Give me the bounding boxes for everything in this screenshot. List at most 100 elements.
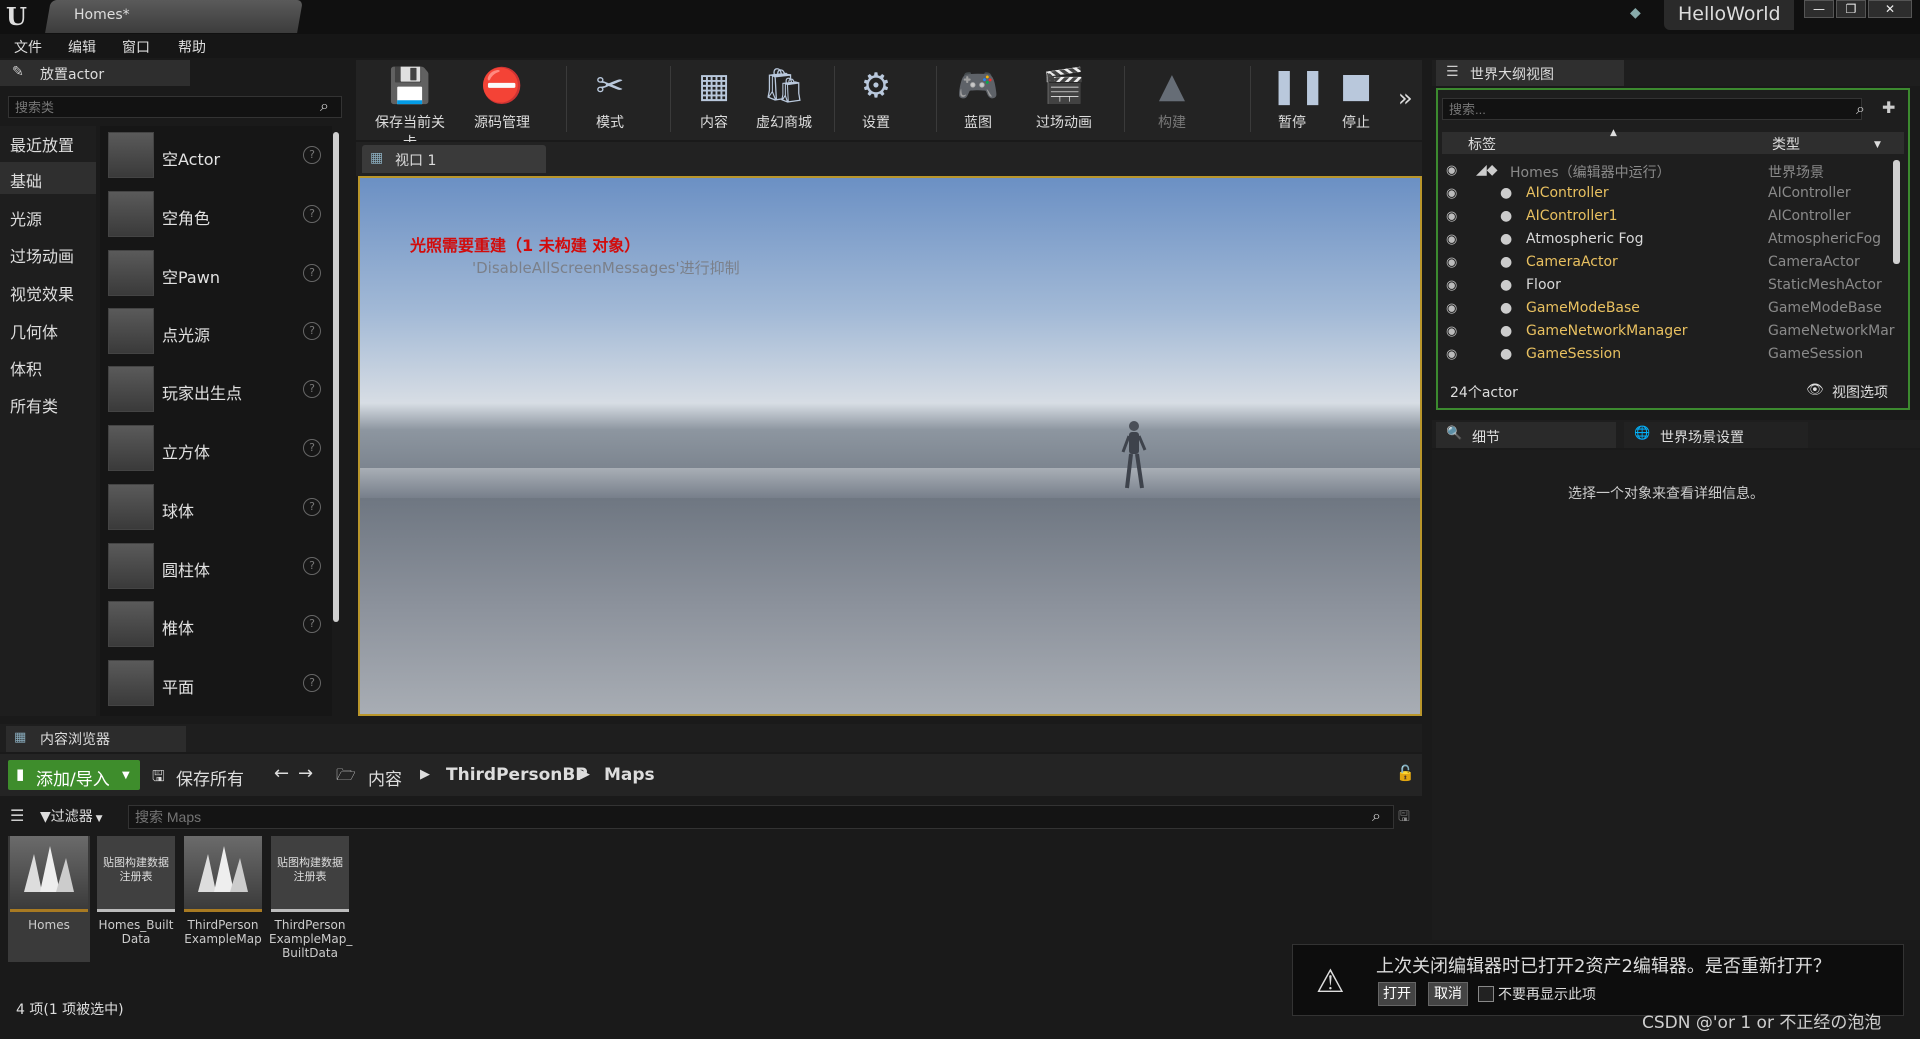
breadcrumb-thirdpersonbp[interactable]: ThirdPersonBP — [446, 765, 588, 785]
visibility-eye-icon[interactable]: ◉ — [1446, 278, 1457, 293]
place-actor-search-input[interactable] — [8, 96, 342, 118]
asset-tile[interactable]: 贴图构建数据注册表 Homes_Built Data — [95, 836, 177, 962]
category-visual-effects[interactable]: 视觉效果 — [10, 281, 74, 305]
actor-item-empty-pawn[interactable]: 空Pawn — [162, 264, 220, 288]
menu-help[interactable]: 帮助 — [178, 37, 206, 57]
actor-item-cube[interactable]: 立方体 — [162, 439, 210, 463]
actor-item-sphere[interactable]: 球体 — [162, 498, 194, 522]
modes-button[interactable]: ✂ 模式 — [570, 62, 650, 138]
cancel-button[interactable]: 取消 — [1428, 982, 1468, 1006]
place-actor-icon: ✎ — [12, 64, 24, 80]
outliner-scrollbar[interactable] — [1893, 160, 1900, 264]
viewport-tab[interactable] — [362, 145, 546, 173]
help-icon[interactable]: ? — [303, 498, 321, 516]
category-all-classes[interactable]: 所有类 — [10, 393, 58, 417]
visibility-eye-icon[interactable]: ◉ — [1446, 209, 1457, 224]
visibility-eye-icon[interactable]: ◉ — [1446, 301, 1457, 316]
category-recent[interactable]: 最近放置 — [10, 132, 74, 156]
category-geometry[interactable]: 几何体 — [10, 319, 58, 343]
back-arrow-icon[interactable]: ← — [274, 763, 289, 784]
outliner-row-type: AtmosphericFog — [1768, 231, 1882, 247]
marketplace-button[interactable]: 🛍 虚幻商城 — [744, 62, 824, 138]
dont-show-checkbox[interactable] — [1478, 986, 1494, 1002]
actor-item-player-start[interactable]: 玩家出生点 — [162, 380, 242, 404]
filter-button[interactable]: ▼过滤器 ▼ — [40, 806, 103, 826]
visibility-eye-icon[interactable]: ◉ — [1446, 347, 1457, 362]
unreal-logo-icon[interactable]: U — [6, 2, 36, 31]
category-lights[interactable]: 光源 — [10, 206, 42, 230]
restore-button[interactable]: ❐ — [1836, 0, 1866, 18]
minimize-button[interactable]: — — [1804, 0, 1834, 18]
menu-window[interactable]: 窗口 — [122, 37, 150, 57]
toolbar-more-icon[interactable]: » — [1398, 84, 1413, 112]
actor-item-point-light[interactable]: 点光源 — [162, 322, 210, 346]
menu-file[interactable]: 文件 — [14, 37, 42, 57]
breadcrumb-content[interactable]: 内容 — [368, 765, 402, 790]
actor-item-empty-actor[interactable]: 空Actor — [162, 146, 220, 170]
add-folder-icon[interactable]: ✚ — [1882, 98, 1895, 117]
thumbnail-caption: 贴图构建数据注册表 — [103, 856, 169, 883]
visibility-eye-icon[interactable]: ◉ — [1446, 163, 1457, 178]
asset-tile[interactable]: Homes — [8, 836, 90, 962]
help-icon[interactable]: ? — [303, 674, 321, 692]
help-icon[interactable]: ? — [303, 557, 321, 575]
category-cinematic[interactable]: 过场动画 — [10, 243, 74, 267]
actor-item-cone[interactable]: 椎体 — [162, 615, 194, 639]
help-icon[interactable]: ? — [303, 264, 321, 282]
asset-name: Homes_Built Data — [98, 918, 174, 946]
visibility-eye-icon[interactable]: ◉ — [1446, 186, 1457, 201]
map-thumbnail-icon — [10, 836, 88, 912]
toolbar-divider — [566, 66, 567, 132]
search-icon[interactable]: ⌕ — [1856, 99, 1865, 119]
help-icon[interactable]: ? — [303, 322, 321, 340]
tab-details[interactable] — [1436, 422, 1616, 448]
source-control-button[interactable]: ⛔ 源码管理 — [462, 62, 542, 138]
outliner-search-input[interactable] — [1442, 98, 1862, 120]
actor-item-cylinder[interactable]: 圆柱体 — [162, 557, 210, 581]
search-icon[interactable]: ⌕ — [1372, 806, 1381, 826]
notification-message: 上次关闭编辑器时已打开2资产2编辑器。是否重新打开？ — [1376, 956, 1831, 977]
actor-item-empty-character[interactable]: 空角色 — [162, 205, 210, 229]
actor-type-icon: ● — [1500, 208, 1513, 224]
visibility-eye-icon[interactable]: ◉ — [1446, 255, 1457, 270]
blueprint-button[interactable]: 🎮 蓝图 — [938, 62, 1018, 138]
visibility-eye-icon[interactable]: ◉ — [1446, 324, 1457, 339]
visibility-eye-icon[interactable]: ◉ — [1446, 232, 1457, 247]
cylinder-thumb-icon — [108, 543, 154, 589]
settings-button[interactable]: ⚙ 设置 — [836, 62, 916, 138]
breadcrumb-maps[interactable]: Maps — [604, 765, 655, 785]
help-icon[interactable]: ? — [303, 615, 321, 633]
asset-tile[interactable]: ThirdPerson ExampleMap — [182, 836, 264, 962]
close-button[interactable]: ✕ — [1868, 0, 1912, 18]
category-basic[interactable]: 基础 — [10, 168, 42, 192]
forward-arrow-icon[interactable]: → — [298, 763, 313, 784]
menu-edit[interactable]: 编辑 — [68, 37, 96, 57]
category-volumes[interactable]: 体积 — [10, 356, 42, 380]
help-icon[interactable]: ? — [303, 380, 321, 398]
chevron-down-icon[interactable]: ▼ — [1874, 140, 1881, 150]
sources-toggle-icon[interactable]: ☰ — [10, 806, 24, 825]
save-level-button[interactable]: 💾 保存当前关卡 — [370, 62, 450, 151]
tab-world-settings-label: 世界场景设置 — [1660, 430, 1744, 446]
build-button[interactable]: ▲ 构建 — [1132, 62, 1212, 138]
view-options-button[interactable]: 视图选项 — [1832, 382, 1888, 402]
search-icon[interactable]: ⌕ — [320, 96, 329, 116]
actor-item-plane[interactable]: 平面 — [162, 674, 194, 698]
folder-icon[interactable]: 🗁 — [336, 764, 356, 791]
save-all-button[interactable]: 保存所有 — [176, 765, 244, 790]
help-icon[interactable]: ? — [303, 439, 321, 457]
column-label-header[interactable]: 标签 — [1468, 134, 1496, 154]
help-icon[interactable]: ? — [303, 146, 321, 164]
save-search-icon[interactable]: 🖫 — [1398, 806, 1410, 830]
asset-tile[interactable]: 贴图构建数据注册表 ThirdPerson ExampleMap_ BuiltDa… — [269, 836, 352, 962]
column-type-header[interactable]: 类型 — [1772, 134, 1800, 154]
content-button[interactable]: ▦ 内容 — [674, 62, 754, 138]
content-search-input[interactable] — [128, 805, 1394, 829]
stop-button[interactable]: ■ 停止 — [1316, 62, 1396, 138]
toolbar-divider — [834, 66, 835, 132]
cinematics-button[interactable]: 🎬 过场动画 — [1024, 62, 1104, 138]
lock-icon[interactable]: 🔓 — [1396, 764, 1415, 782]
actor-list-scrollbar[interactable] — [333, 132, 339, 622]
help-icon[interactable]: ? — [303, 205, 321, 223]
open-button[interactable]: 打开 — [1378, 982, 1416, 1006]
